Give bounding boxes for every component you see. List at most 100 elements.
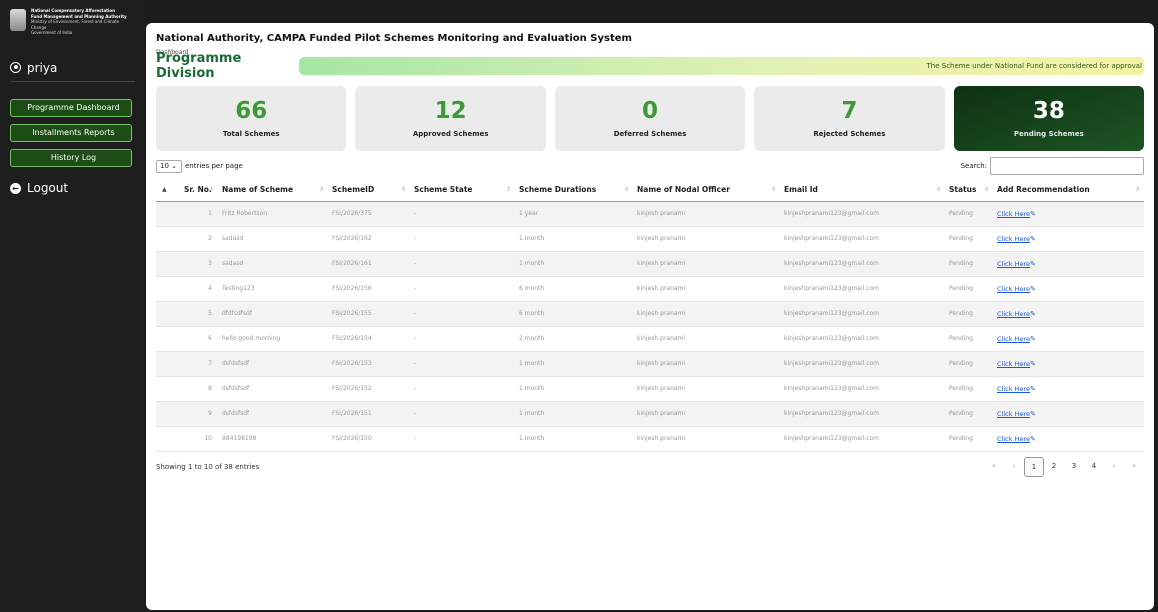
app-title: National Authority, CAMPA Funded Pilot S…	[156, 33, 632, 44]
cell-email: kinjeshpranami123@gmail.com	[780, 326, 945, 352]
emblem-icon	[10, 9, 26, 31]
add-recommendation-link[interactable]: Click Here ✎	[993, 376, 1144, 402]
table-row: 6 hello good morning FSI/2026/154-2 month k…	[156, 326, 1144, 352]
table-row: 8 dsfdsfsdf FSI/2026/152-1 month kinjesh pr…	[156, 376, 1144, 402]
add-recommendation-link[interactable]: Click Here ✎	[993, 301, 1144, 327]
pencil-icon: ✎	[1029, 334, 1036, 343]
logout-link[interactable]: ← Logout	[10, 181, 135, 195]
cell-scheme-name: 984198198	[218, 426, 328, 452]
cell-scheme-state: -	[410, 376, 515, 402]
logout-label: Logout	[27, 181, 69, 195]
card-approved-schemes[interactable]: 12 Approved Schemes	[355, 86, 546, 151]
pencil-icon: ✎	[1029, 384, 1036, 393]
breadcrumb[interactable]: Dashboard	[156, 49, 1144, 56]
page-1-button[interactable]: 1	[1024, 456, 1044, 477]
table-row: 4 Testing123 FSI/2026/156-6 month kinjesh p…	[156, 276, 1144, 302]
cell-scheme-duration: 1 year	[515, 201, 633, 227]
nav-installments-reports[interactable]: Installments Reports	[10, 124, 132, 142]
col-scheme-duration[interactable]: Scheme Durations ⇕	[515, 179, 633, 202]
page-prev-button[interactable]: ‹	[1004, 457, 1024, 477]
table-row: 10 984198198 FSI/2026/150-1 month kinjesh p…	[156, 426, 1144, 452]
card-pending-schemes[interactable]: 38 Pending Schemes	[953, 86, 1145, 151]
cell-nodal-officer: kinjesh pranami	[633, 401, 780, 427]
col-status[interactable]: Status ⇕	[945, 179, 993, 202]
page-3-button[interactable]: 3	[1064, 457, 1084, 477]
cell-scheme-id: FSI/2026/154	[328, 326, 410, 352]
add-recommendation-link[interactable]: Click Here ✎	[993, 326, 1144, 352]
card-rejected-schemes[interactable]: 7 Rejected Schemes	[754, 86, 945, 151]
col-sr-no[interactable]: Sr. No. ⇕	[180, 179, 218, 202]
announcement-marquee: The Scheme under National Fund are consi…	[299, 57, 1144, 75]
entries-per-page-select[interactable]: 10 ⌄	[156, 159, 182, 173]
col-add-recommendation[interactable]: Add Recommendation ⇕	[993, 179, 1144, 202]
cell-status: Pending	[945, 376, 993, 402]
col-email[interactable]: Email Id ⇕	[780, 179, 945, 202]
add-recommendation-link[interactable]: Click Here ✎	[993, 426, 1144, 452]
user-icon	[10, 62, 21, 73]
cell-scheme-duration: 1 month	[515, 401, 633, 427]
cell-scheme-duration: 6 month	[515, 301, 633, 327]
cell-empty	[156, 426, 180, 452]
add-recommendation-link[interactable]: Click Here ✎	[993, 351, 1144, 377]
add-recommendation-link[interactable]: Click Here ✎	[993, 201, 1144, 227]
cell-scheme-duration: 1 month	[515, 251, 633, 277]
page-2-button[interactable]: 2	[1044, 457, 1064, 477]
cell-status: Pending	[945, 301, 993, 327]
cell-scheme-id: FSI/2026/152	[328, 376, 410, 402]
cell-sr-no: 6	[180, 326, 218, 352]
cell-nodal-officer: kinjesh pranami	[633, 301, 780, 327]
cell-sr-no: 9	[180, 401, 218, 427]
col-scheme-name[interactable]: Name of Scheme ⇕	[218, 179, 328, 202]
cell-status: Pending	[945, 251, 993, 277]
page-first-button[interactable]: «	[984, 457, 1004, 477]
add-recommendation-link[interactable]: Click Here ✎	[993, 251, 1144, 277]
cell-scheme-state: -	[410, 201, 515, 227]
add-recommendation-link[interactable]: Click Here ✎	[993, 401, 1144, 427]
cell-status: Pending	[945, 426, 993, 452]
cell-email: kinjeshpranami123@gmail.com	[780, 251, 945, 277]
search-input[interactable]	[990, 157, 1144, 175]
cell-empty	[156, 276, 180, 302]
col-scheme-state[interactable]: Scheme State ⇕	[410, 179, 515, 202]
cell-scheme-name: dfdfsdfsdf	[218, 301, 328, 327]
col-sort-toggle[interactable]: ▲	[156, 179, 180, 202]
cell-sr-no: 10	[180, 426, 218, 452]
table-row: 7 dsfdsfsdf FSI/2026/153-1 month kinjesh pr…	[156, 351, 1144, 377]
user-profile[interactable]: priya	[10, 58, 135, 82]
cell-scheme-id: FSI/2026/375	[328, 201, 410, 227]
pencil-icon: ✎	[1029, 309, 1036, 318]
cell-sr-no: 4	[180, 276, 218, 302]
logout-icon: ←	[10, 182, 21, 194]
nav-programme-dashboard[interactable]: Programme Dashboard	[10, 99, 132, 117]
card-deferred-schemes[interactable]: 0 Deferred Schemes	[554, 86, 746, 151]
cell-scheme-id: FSI/2026/151	[328, 401, 410, 427]
card-total-schemes[interactable]: 66 Total Schemes	[156, 86, 347, 151]
cell-scheme-name: Testing123	[218, 276, 328, 302]
pencil-icon: ✎	[1029, 359, 1036, 368]
col-nodal-officer[interactable]: Name of Nodal Officer ⇕	[633, 179, 780, 202]
chevron-down-icon: ⌄	[171, 161, 178, 170]
card-value: 66	[235, 98, 268, 124]
cell-sr-no: 1	[180, 201, 218, 227]
nav-history-log[interactable]: History Log	[10, 149, 132, 167]
card-label: Pending Schemes	[1013, 130, 1084, 138]
sidebar: National Compensatory Afforestation Fund…	[0, 0, 145, 612]
cell-scheme-state: -	[410, 276, 515, 302]
sort-icon: ⇕	[400, 186, 406, 193]
sort-asc-icon: ▲	[162, 186, 167, 193]
page-next-button[interactable]: ›	[1104, 457, 1124, 477]
cell-nodal-officer: kinjesh pranami	[633, 226, 780, 252]
cell-scheme-name: dsfdsfsdf	[218, 401, 328, 427]
add-recommendation-link[interactable]: Click Here ✎	[993, 276, 1144, 302]
cell-empty	[156, 201, 180, 227]
cell-status: Pending	[945, 401, 993, 427]
add-recommendation-link[interactable]: Click Here ✎	[993, 226, 1144, 252]
cell-nodal-officer: kinjesh pranami	[633, 201, 780, 227]
cell-scheme-duration: 1 month	[515, 351, 633, 377]
search-label: Search:	[960, 162, 987, 170]
cell-scheme-state: -	[410, 401, 515, 427]
col-scheme-id[interactable]: SchemeID ⇕	[328, 179, 410, 202]
cell-scheme-name: hello good morning	[218, 326, 328, 352]
page-last-button[interactable]: »	[1124, 457, 1144, 477]
page-4-button[interactable]: 4	[1084, 457, 1104, 477]
